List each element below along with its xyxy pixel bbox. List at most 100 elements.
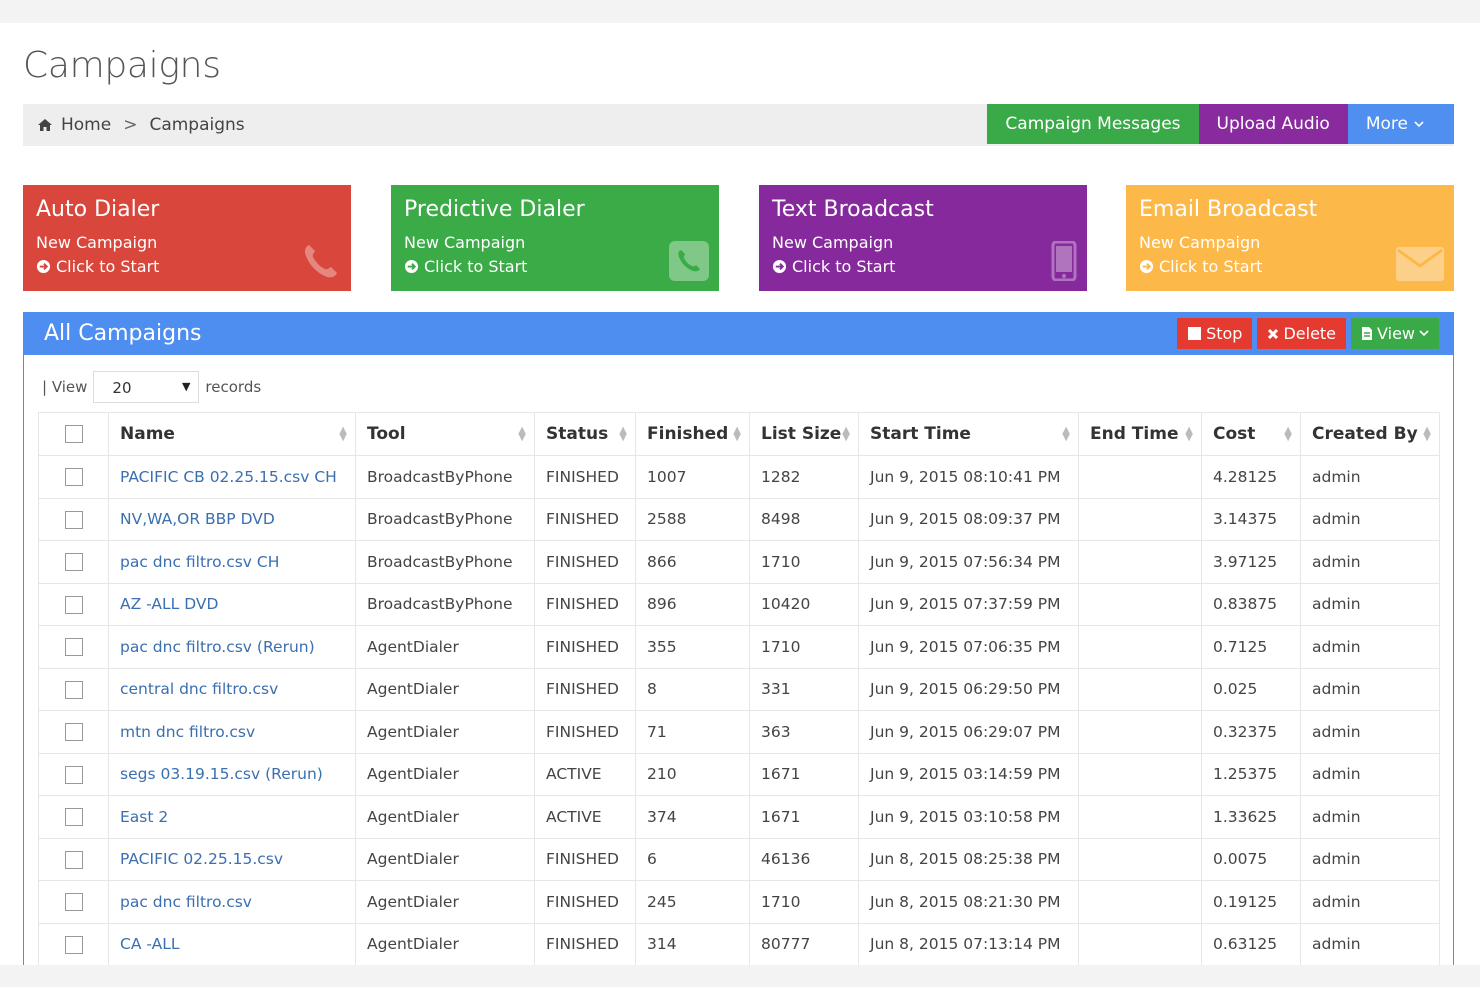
- cell-finished: 314: [635, 922, 750, 965]
- table-row[interactable]: East 2 AgentDialer ACTIVE 374 1671 Jun 9, 201…: [38, 795, 1440, 839]
- cell-name[interactable]: PACIFIC 02.25.15.csv: [108, 837, 356, 881]
- row-checkbox[interactable]: [64, 723, 83, 741]
- table-row[interactable]: pac dnc filtro.csv AgentDialer FINISHED 245…: [38, 880, 1440, 924]
- breadcrumb-separator: >: [123, 115, 138, 135]
- column-header-end-time[interactable]: End Time ▲ ▼: [1078, 412, 1202, 456]
- tile-title: Predictive Dialer: [404, 197, 585, 222]
- row-checkbox[interactable]: [64, 680, 83, 699]
- row-checkbox[interactable]: [64, 595, 83, 614]
- column-header-list-size[interactable]: List Size ▲ ▼: [749, 412, 859, 456]
- table-row[interactable]: PACIFIC CB 02.25.15.csv CH BroadcastByPho…: [38, 455, 1440, 499]
- row-checkbox[interactable]: [64, 510, 83, 529]
- cell-start-time: Jun 8, 2015 08:21:30 PM: [858, 880, 1079, 924]
- tile-predictive-dialer[interactable]: Predictive Dialer New Campaign Click to …: [391, 185, 719, 291]
- cell-name[interactable]: mtn dnc filtro.csv: [108, 710, 356, 754]
- cell-cost: 3.97125: [1201, 540, 1301, 584]
- delete-button[interactable]: Delete: [1257, 318, 1347, 349]
- cell-end-time: [1078, 837, 1202, 881]
- select-all-cell: [38, 412, 109, 456]
- cell-cost: 0.83875: [1201, 582, 1301, 626]
- cell-start-time: Jun 9, 2015 08:10:41 PM: [858, 455, 1079, 499]
- cell-end-time: [1078, 795, 1202, 839]
- cell-list-size: 1282: [749, 455, 859, 499]
- tile-start-label: Click to Start: [1159, 257, 1263, 276]
- tile-subtitle: New Campaign: [404, 233, 526, 252]
- row-select-cell: [38, 922, 109, 965]
- row-select-cell: [38, 582, 109, 626]
- tile-auto-dialer[interactable]: Auto Dialer New Campaign Click to Start: [23, 185, 351, 291]
- table-row[interactable]: pac dnc filtro.csv CH BroadcastByPhone FIN…: [38, 540, 1440, 584]
- row-checkbox[interactable]: [64, 893, 83, 911]
- caret-down-icon: ▼: [181, 380, 191, 393]
- cell-name[interactable]: CA -ALL: [108, 922, 356, 965]
- cell-name[interactable]: AZ -ALL DVD: [108, 582, 356, 626]
- column-header-start-time[interactable]: Start Time ▲ ▼: [858, 412, 1079, 456]
- table-row[interactable]: CA -ALL AgentDialer FINISHED 314 80777 Jun 8,…: [38, 922, 1440, 965]
- cell-name[interactable]: East 2: [108, 795, 356, 839]
- row-checkbox[interactable]: [64, 935, 83, 954]
- cell-list-size: 1710: [749, 880, 859, 924]
- column-header-cost[interactable]: Cost ▲ ▼: [1201, 412, 1301, 456]
- row-checkbox[interactable]: [64, 808, 83, 826]
- select-all-checkbox[interactable]: [64, 425, 83, 443]
- tile-start-link[interactable]: Click to Start: [1139, 257, 1262, 276]
- table-row[interactable]: AZ -ALL DVD BroadcastByPhone FINISHED 896 10…: [38, 582, 1440, 626]
- cell-finished: 1007: [635, 455, 750, 499]
- row-checkbox[interactable]: [64, 765, 83, 784]
- upload-audio-button[interactable]: Upload Audio: [1198, 104, 1348, 144]
- cell-list-size: 8498: [749, 497, 859, 541]
- cell-name[interactable]: pac dnc filtro.csv (Rerun): [108, 625, 356, 669]
- tile-start-link[interactable]: Click to Start: [772, 257, 895, 276]
- column-header-status[interactable]: Status ▲ ▼: [534, 412, 636, 456]
- row-checkbox[interactable]: [64, 638, 83, 656]
- cell-name[interactable]: PACIFIC CB 02.25.15.csv CH: [108, 455, 356, 499]
- cell-cost: 0.63125: [1201, 922, 1301, 965]
- cell-name[interactable]: NV,WA,OR BBP DVD: [108, 497, 356, 541]
- column-header-created-by[interactable]: Created By ▲ ▼: [1300, 412, 1440, 456]
- table-row[interactable]: NV,WA,OR BBP DVD BroadcastByPhone FINISHED…: [38, 497, 1440, 541]
- cell-tool: AgentDialer: [355, 922, 535, 965]
- row-checkbox[interactable]: [64, 553, 83, 571]
- column-label: Finished: [647, 424, 729, 444]
- arrow-circle-icon: [1139, 259, 1154, 274]
- row-checkbox[interactable]: [64, 468, 83, 486]
- cell-start-time: Jun 8, 2015 08:25:38 PM: [858, 837, 1079, 881]
- envelope-icon: [1396, 247, 1444, 281]
- cell-status: ACTIVE: [534, 795, 636, 839]
- tile-start-label: Click to Start: [424, 257, 528, 276]
- campaign-messages-button[interactable]: Campaign Messages: [987, 104, 1199, 144]
- cell-status: FINISHED: [534, 922, 636, 965]
- tile-title: Text Broadcast: [772, 197, 934, 222]
- breadcrumb-bar: Home > Campaigns Campaign Messages Uploa…: [23, 104, 1454, 146]
- tile-start-link[interactable]: Click to Start: [404, 257, 527, 276]
- row-checkbox[interactable]: [64, 850, 83, 869]
- table-row[interactable]: segs 03.19.15.csv (Rerun) AgentDialer ACTI…: [38, 752, 1440, 796]
- column-header-tool[interactable]: Tool ▲ ▼: [355, 412, 535, 456]
- page-size-select[interactable]: 20 ▼: [93, 371, 200, 403]
- cell-name[interactable]: central dnc filtro.csv: [108, 667, 356, 711]
- table-row[interactable]: mtn dnc filtro.csv AgentDialer FINISHED 71 3…: [38, 710, 1440, 754]
- column-label: Start Time: [870, 424, 971, 444]
- row-select-cell: [38, 455, 109, 499]
- tile-email-broadcast[interactable]: Email Broadcast New Campaign Click to St…: [1126, 185, 1454, 291]
- more-button[interactable]: More: [1347, 104, 1454, 144]
- cell-name[interactable]: segs 03.19.15.csv (Rerun): [108, 752, 356, 796]
- cell-name[interactable]: pac dnc filtro.csv: [108, 880, 356, 924]
- table-row[interactable]: pac dnc filtro.csv (Rerun) AgentDialer FIN…: [38, 625, 1440, 669]
- column-header-finished[interactable]: Finished ▲ ▼: [635, 412, 750, 456]
- cell-end-time: [1078, 582, 1202, 626]
- cell-tool: AgentDialer: [355, 795, 535, 839]
- cell-end-time: [1078, 922, 1202, 965]
- view-button[interactable]: View: [1351, 318, 1439, 349]
- tile-text-broadcast[interactable]: Text Broadcast New Campaign Click to Sta…: [759, 185, 1087, 291]
- breadcrumb-home[interactable]: Home: [61, 115, 111, 135]
- table-row[interactable]: central dnc filtro.csv AgentDialer FINISHE…: [38, 667, 1440, 711]
- column-header-name[interactable]: Name ▲ ▼: [108, 412, 356, 456]
- cell-name[interactable]: pac dnc filtro.csv CH: [108, 540, 356, 584]
- table-row[interactable]: PACIFIC 02.25.15.csv AgentDialer FINISHED 6…: [38, 837, 1440, 881]
- tile-start-link[interactable]: Click to Start: [36, 257, 159, 276]
- stop-button[interactable]: Stop: [1177, 318, 1253, 349]
- cell-created-by: admin: [1300, 752, 1440, 796]
- cell-list-size: 1671: [749, 752, 859, 796]
- view-label: View: [1377, 324, 1415, 343]
